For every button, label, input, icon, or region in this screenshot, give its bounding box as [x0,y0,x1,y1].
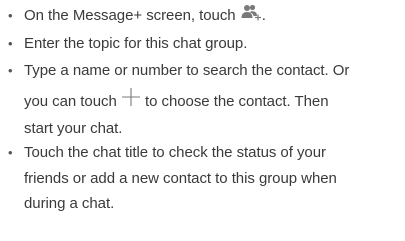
plus-icon [121,84,141,120]
step-text: On the Message+ screen, touch . [24,3,266,29]
bullet: • [8,8,13,23]
step-line: you can touch to choose the contact. The… [24,84,349,116]
step-text: Enter the topic for this chat group. [24,31,247,57]
step-text-after-icon: to choose the contact. Then [140,92,329,110]
bullet: • [8,63,13,78]
step-line: Enter the topic for this chat group. [24,35,248,52]
instruction-document: • On the Message+ screen, touch . • Ente… [0,0,405,241]
step-line: during a chat. [24,195,115,212]
bullet: • [8,145,13,160]
step-text: Touch the chat title to check the status… [24,140,337,217]
step-text-after-icon: . [261,7,266,24]
step-line: friends or add a new contact to this gro… [24,169,337,187]
new-group-chat-icon [240,3,262,29]
step-line: On the Message+ screen, touch . [24,3,266,29]
step-text-before-icon: you can touch [24,92,121,110]
step-line: Touch the chat title to check the status… [24,144,326,161]
step-text-before-icon: On the Message+ screen, touch [24,7,240,24]
step-line: Type a name or number to search the cont… [24,62,350,79]
step-line: start your chat. [24,119,123,137]
step-text: Type a name or number to search the cont… [24,58,349,141]
bullet: • [8,36,13,51]
